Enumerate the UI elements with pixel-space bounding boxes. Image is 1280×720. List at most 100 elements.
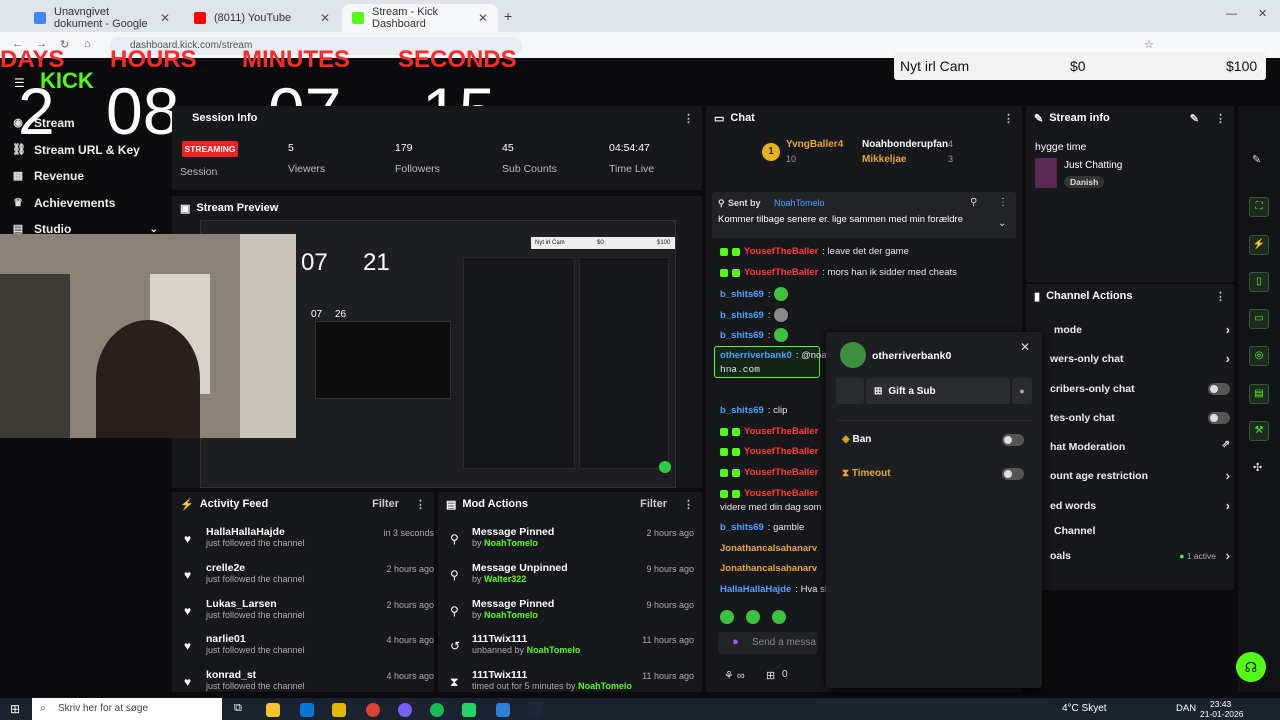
chat-input[interactable]: ● Send a messa <box>718 632 818 654</box>
top-gifter-name[interactable]: Noahbonderupfan <box>862 139 948 150</box>
channel-action-row[interactable]: wers-only chat › <box>1050 351 1230 366</box>
mod-user[interactable]: NoahTomelo <box>578 681 632 691</box>
taskbar-time[interactable]: 23:43 <box>1210 699 1231 709</box>
task-view-icon[interactable]: ⧉ <box>234 702 242 715</box>
sidebar-item-achievements[interactable]: ♛ Achievements <box>12 196 115 210</box>
chat-user[interactable]: b_shits69 <box>720 289 764 300</box>
channel-action-row[interactable]: Channel <box>1050 525 1230 537</box>
chat-user[interactable]: YousefTheBaller <box>744 267 818 278</box>
outlook-app-icon[interactable] <box>300 703 314 717</box>
tab-google-docs[interactable]: Unavngivet dokument - Google ✕ <box>24 4 180 32</box>
emote-icon[interactable] <box>772 610 786 624</box>
emotes-only-toggle[interactable] <box>1208 412 1230 424</box>
stream-category[interactable]: Just Chatting <box>1064 160 1122 171</box>
activity-filter-button[interactable]: Filter <box>372 498 399 510</box>
user-card-action-button[interactable] <box>836 378 864 404</box>
window-close-icon[interactable]: ✕ <box>1258 7 1267 20</box>
mod-user[interactable]: NoahTomelo <box>527 645 581 655</box>
sidebar-item-revenue[interactable]: ▦ Revenue <box>12 169 84 183</box>
chat-user[interactable]: b_shits69 <box>720 405 764 416</box>
gift-icon[interactable]: ⊞ <box>766 669 775 682</box>
taskbar-date[interactable]: 21-01-2026 <box>1200 709 1243 719</box>
pencil-icon[interactable]: ✎ <box>1190 112 1199 125</box>
taskbar-language[interactable]: DAN <box>1176 703 1196 714</box>
tab-kick[interactable]: Stream - Kick Dashboard ✕ <box>342 4 498 32</box>
rail-fullscreen-button[interactable]: ⛶ <box>1249 197 1269 217</box>
timeout-row[interactable]: ⧗ Timeout <box>842 468 891 479</box>
chat-user[interactable]: YousefTheBaller <box>744 488 818 499</box>
close-icon[interactable]: ✕ <box>320 11 330 25</box>
chat-user[interactable]: YousefTheBaller <box>744 467 818 478</box>
chat-user[interactable]: b_shits69 <box>720 522 764 533</box>
rail-list-button[interactable]: ▤ <box>1249 384 1269 404</box>
ban-toggle[interactable] <box>1002 434 1024 446</box>
chat-user[interactable]: Jonathancalsahanarv <box>720 563 817 574</box>
user-card-name[interactable]: otherriverbank0 <box>872 350 951 362</box>
rail-doc-button[interactable]: ▯ <box>1249 272 1269 292</box>
top-gifter-name[interactable]: Mikkeljae <box>862 154 906 165</box>
more-icon[interactable]: ⋮ <box>683 498 694 511</box>
taskbar-weather[interactable]: 4°C Skyet <box>1062 703 1107 714</box>
channel-action-row[interactable]: oals ● 1 active › <box>1050 548 1230 563</box>
pencil-icon[interactable]: ✎ <box>1252 153 1261 166</box>
add-widget-icon[interactable]: ✣ <box>1253 461 1262 474</box>
pin-toggle-icon[interactable]: ⚲ <box>970 197 977 208</box>
pinned-message[interactable]: ⚲ Sent by NoahTomelo ⚲ ⋮ Kommer tilbage … <box>712 192 1016 238</box>
users-icon[interactable]: ⚘ ∞ <box>724 669 745 682</box>
chevron-down-icon[interactable]: ⌄ <box>998 218 1006 229</box>
mod-filter-button[interactable]: Filter <box>640 498 667 510</box>
close-icon[interactable]: ✕ <box>1020 340 1030 354</box>
channel-action-row[interactable]: tes-only chat <box>1050 412 1230 424</box>
gift-a-sub-button[interactable]: ⊞ Gift a Sub <box>866 378 1010 404</box>
close-icon[interactable]: ✕ <box>160 11 170 25</box>
chat-user[interactable]: YousefTheBaller <box>744 426 818 437</box>
mod-user[interactable]: Walter322 <box>484 574 526 584</box>
timeout-toggle[interactable] <box>1002 468 1024 480</box>
channel-action-row[interactable]: mode › <box>1050 322 1230 337</box>
stream-tag[interactable]: Danish <box>1064 176 1105 188</box>
tab-youtube[interactable]: (8011) YouTube ✕ <box>184 4 340 32</box>
home-icon[interactable]: ⌂ <box>84 38 91 50</box>
pinned-sender[interactable]: NoahTomelo <box>774 198 825 208</box>
chat-user[interactable]: YousefTheBaller <box>744 246 818 257</box>
new-tab-button[interactable]: + <box>504 8 512 24</box>
mod-user[interactable]: NoahTomelo <box>484 610 538 620</box>
chat-user[interactable]: b_shits69 <box>720 330 764 341</box>
more-icon[interactable]: ⋮ <box>683 112 694 125</box>
ban-row[interactable]: ◈ Ban <box>842 434 871 445</box>
chrome-app-icon[interactable] <box>366 703 380 717</box>
mic-icon[interactable]: ● <box>1012 378 1032 404</box>
discord-app-icon[interactable] <box>398 703 412 717</box>
chat-user[interactable]: otherriverbank0 <box>720 350 792 361</box>
rail-broadcast-button[interactable]: ◎ <box>1249 346 1269 366</box>
rail-chat-button[interactable]: ▭ <box>1249 309 1269 329</box>
more-icon[interactable]: ⋮ <box>415 498 426 511</box>
more-icon[interactable]: ⋮ <box>1215 112 1226 125</box>
channel-action-row[interactable]: ed words › <box>1050 498 1230 513</box>
chat-user[interactable]: HallaHallaHajde <box>720 584 791 595</box>
channel-action-row[interactable]: cribers-only chat <box>1050 383 1230 395</box>
more-icon[interactable]: ⋮ <box>1003 112 1014 125</box>
taskbar-search[interactable]: ⌕ Skriv her for at søge <box>32 698 222 720</box>
whatsapp-app-icon[interactable] <box>462 703 476 717</box>
more-icon[interactable]: ⋮ <box>998 197 1008 208</box>
channel-action-row[interactable]: ount age restriction › <box>1050 468 1230 483</box>
rail-bolt-button[interactable]: ⚡ <box>1249 235 1269 255</box>
close-icon[interactable]: ✕ <box>478 11 488 25</box>
chat-user[interactable]: YousefTheBaller <box>744 446 818 457</box>
chat-user[interactable]: b_shits69 <box>720 310 764 321</box>
spotify-app-icon[interactable] <box>430 703 444 717</box>
subscribers-only-toggle[interactable] <box>1208 383 1230 395</box>
explorer-app-icon[interactable] <box>266 703 280 717</box>
chat-user[interactable]: Jonathancalsahanarv <box>720 543 817 554</box>
top-gifter-name[interactable]: YvngBaller4 <box>786 139 843 150</box>
minimize-icon[interactable]: — <box>1226 8 1237 20</box>
emote-icon[interactable] <box>720 610 734 624</box>
more-icon[interactable]: ⋮ <box>1215 290 1226 303</box>
steam-app-icon[interactable] <box>528 703 542 717</box>
rail-wrench-button[interactable]: ⚒ <box>1249 421 1269 441</box>
support-headset-button[interactable]: ☊ <box>1236 652 1266 682</box>
emote-icon[interactable] <box>746 610 760 624</box>
app-icon[interactable] <box>496 703 510 717</box>
bookmark-star-icon[interactable]: ☆ <box>1144 38 1154 51</box>
